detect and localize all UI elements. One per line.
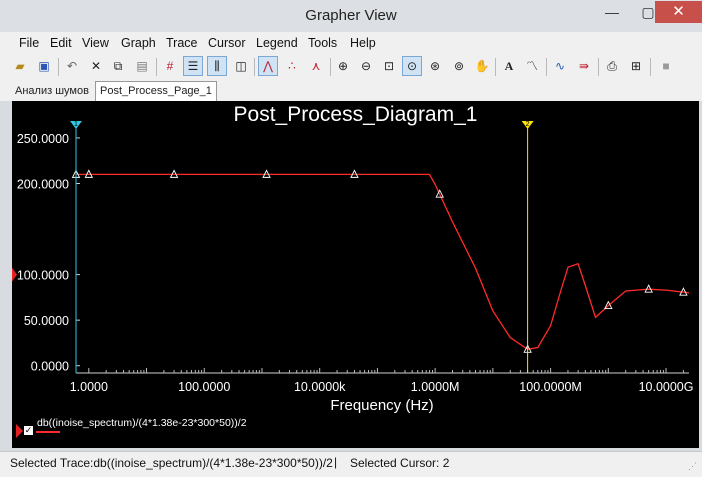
x-tick-label: 10.0000k <box>294 380 346 394</box>
menu-help[interactable]: Help <box>350 36 376 50</box>
legend-line-swatch <box>36 431 60 433</box>
plot-area[interactable]: Post_Process_Diagram_1 0.0000 50.0000 100.… <box>12 101 699 448</box>
x-axis-label: Frequency (Hz) <box>330 397 434 414</box>
x-tick-label: 100.0000M <box>519 380 582 394</box>
export-icon[interactable]: ⇛ <box>574 56 594 76</box>
tab-post-process-page[interactable]: Post_Process_Page_1 <box>95 81 217 101</box>
zoom-full-icon[interactable]: ⊙ <box>402 56 422 76</box>
toolbar-separator <box>650 58 651 76</box>
toolbar-separator <box>330 58 331 76</box>
legend-entry[interactable]: db((inoise_spectrum)/(4*1.38e-23*300*50)… <box>37 417 247 429</box>
menu-tools[interactable]: Tools <box>308 36 337 50</box>
toolbar-separator <box>495 58 496 76</box>
copy-icon[interactable]: ⧉ <box>108 56 128 76</box>
zoom-y-icon[interactable]: ⊚ <box>449 56 469 76</box>
status-selected-cursor: Selected Cursor: 2 <box>350 456 450 470</box>
x-tick-label: 100.0000 <box>178 380 230 394</box>
overlay-icon[interactable]: ◫ <box>231 56 251 76</box>
chart-svg: 0.0000 50.0000 100.0000 200.0000 250.0000 1.0… <box>12 121 694 394</box>
y-tick-label: 50.0000 <box>24 314 69 328</box>
menu-trace[interactable]: Trace <box>166 36 198 50</box>
signal-icon[interactable]: 〽 <box>522 56 542 76</box>
print-preview-icon[interactable]: ⎙ <box>602 56 622 76</box>
markers-trace-icon[interactable]: ⋏ <box>306 56 326 76</box>
x-tick-label: 1.0000 <box>70 380 108 394</box>
toolbar-separator <box>598 58 599 76</box>
x-tick-label: 1.0000M <box>411 380 460 394</box>
text-annotation-icon[interactable]: A <box>499 56 519 76</box>
menu-legend[interactable]: Legend <box>256 36 298 50</box>
save-icon[interactable]: ▣ <box>34 56 54 76</box>
legend-checkbox[interactable]: ✓ <box>24 426 33 435</box>
window-title: Grapher View <box>305 7 397 24</box>
undo-icon[interactable]: ↶ <box>62 56 82 76</box>
trace-line <box>76 173 690 350</box>
toolbar-separator <box>254 58 255 76</box>
zoom-out-icon[interactable]: ⊖ <box>356 56 376 76</box>
close-button[interactable]: ✕ <box>655 1 702 23</box>
status-separator: | <box>334 455 338 469</box>
menu-file[interactable]: File <box>19 36 39 50</box>
resize-grip-icon[interactable]: ⋰ <box>688 461 697 472</box>
cursor-1-label: 1 <box>74 121 78 128</box>
menu-cursor[interactable]: Cursor <box>208 36 246 50</box>
status-selected-trace: Selected Trace:db((inoise_spectrum)/(4*1… <box>10 456 333 470</box>
trace-properties-icon[interactable]: ∿ <box>550 56 570 76</box>
y-tick-label: 0.0000 <box>31 360 69 374</box>
print-icon[interactable]: ⊞ <box>626 56 646 76</box>
status-bar: Selected Trace:db((inoise_spectrum)/(4*1… <box>0 451 702 477</box>
menu-graph[interactable]: Graph <box>121 36 156 50</box>
legend-toggle-icon[interactable]: ☰ <box>183 56 203 76</box>
zoom-in-icon[interactable]: ⊕ <box>333 56 353 76</box>
y-tick-label: 100.0000 <box>17 269 69 283</box>
grapher-window: Grapher View — ▢ ✕ File Edit View Graph … <box>0 0 702 477</box>
grid-icon[interactable]: # <box>160 56 180 76</box>
cursors-toggle-icon[interactable]: ⫼ <box>207 56 227 76</box>
menu-view[interactable]: View <box>82 36 109 50</box>
y-tick-label: 250.0000 <box>17 132 69 146</box>
stop-icon[interactable]: ■ <box>656 56 676 76</box>
x-tick-label: 10.0000G <box>639 380 694 394</box>
menu-bar: File Edit View Graph Trace Cursor Legend… <box>0 32 702 54</box>
toolbar-separator <box>546 58 547 76</box>
toolbar-separator <box>156 58 157 76</box>
open-icon[interactable]: ▰ <box>10 56 30 76</box>
dots-trace-icon[interactable]: ∴ <box>282 56 302 76</box>
y-tick-label: 200.0000 <box>17 177 69 191</box>
minimize-button[interactable]: — <box>598 1 626 23</box>
zoom-area-icon[interactable]: ⊡ <box>379 56 399 76</box>
cursor-2-label: 2 <box>526 121 530 128</box>
tab-strip: Анализ шумов Post_Process_Page_1 <box>0 80 702 101</box>
line-trace-icon[interactable]: ⋀ <box>258 56 278 76</box>
legend-selected-marker <box>16 424 23 438</box>
toolbar: ▰ ▣ ↶ ✕ ⧉ ▤ # ☰ ⫼ ◫ ⋀ ∴ ⋏ ⊕ ⊖ ⊡ ⊙ ⊛ ⊚ ✋ … <box>0 54 702 81</box>
menu-edit[interactable]: Edit <box>50 36 72 50</box>
zoom-x-icon[interactable]: ⊛ <box>425 56 445 76</box>
tab-noise-analysis[interactable]: Анализ шумов <box>11 83 93 100</box>
title-bar: Grapher View — ▢ ✕ <box>0 0 702 32</box>
toolbar-separator <box>58 58 59 76</box>
paste-icon[interactable]: ▤ <box>132 56 152 76</box>
pan-hand-icon[interactable]: ✋ <box>472 56 492 76</box>
cut-icon[interactable]: ✕ <box>86 56 106 76</box>
